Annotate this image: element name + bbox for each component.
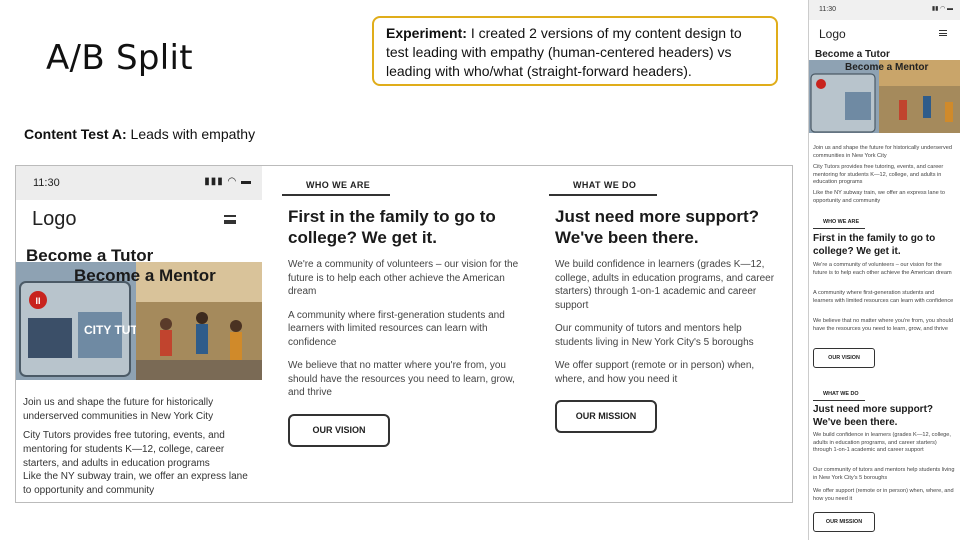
test-label-text: Leads with empathy (130, 126, 256, 142)
rp-what-heading: Just need more support? We've been there… (813, 404, 934, 428)
rp-description-text: City Tutors provides free tutoring, even… (813, 164, 944, 186)
who-eyebrow: WHO WE ARE (282, 166, 390, 196)
hero-heading-tutor: Become a Tutor (26, 246, 154, 265)
mobile-full-preview: 11:30 ▮▮ ◠ ▬ Logo Become a Tutor Become … (808, 0, 960, 540)
rp-our-mission-button[interactable]: OUR MISSION (813, 512, 875, 532)
what-paragraph-3: We offer support (remote or in person) w… (555, 360, 755, 385)
what-paragraph-1: We build confidence in learners (grades … (555, 259, 775, 311)
rp-hero-heading-tutor: Become a Tutor (815, 49, 890, 60)
mobile-preview: 11:30 ▮▮▮ ◠ ▬ Logo II CITY TUTORS Become… (16, 166, 262, 502)
rp-who-paragraph-3: We believe that no matter where you're f… (813, 318, 953, 332)
experiment-lead: Experiment: (386, 25, 467, 41)
what-eyebrow: WHAT WE DO (549, 166, 657, 196)
test-label-lead: Content Test A: (24, 126, 127, 142)
rp-status-bar: 11:30 ▮▮ ◠ ▬ (809, 0, 960, 20)
rp-who-paragraph-1: We're a community of volunteers – our vi… (813, 262, 952, 276)
rp-what-eyebrow: WHAT WE DO (813, 391, 865, 401)
rp-what-paragraph-2: Our community of tutors and mentors help… (813, 467, 955, 481)
who-heading: First in the family to go to college? We… (288, 207, 496, 247)
subway-text: Like the NY subway train, we offer an ex… (23, 471, 248, 496)
what-we-do-section: WHAT WE DO Just need more support? We've… (549, 166, 777, 433)
description-text: City Tutors provides free tutoring, even… (23, 430, 225, 469)
rp-intro-text: Join us and shape the future for histori… (813, 145, 952, 159)
status-bar: 11:30 ▮▮▮ ◠ ▬ (16, 166, 262, 200)
rp-what-paragraph-1: We build confidence in learners (grades … (813, 432, 951, 454)
who-paragraph-2: A community where first-generation stude… (288, 309, 505, 348)
svg-text:II: II (35, 296, 40, 306)
rp-hamburger-menu-icon[interactable] (939, 30, 947, 36)
who-paragraph-3: We believe that no matter where you're f… (288, 360, 515, 398)
what-paragraph-2: Our community of tutors and mentors help… (555, 323, 754, 348)
our-vision-button[interactable]: OUR VISION (288, 413, 390, 447)
test-label: Content Test A: Leads with empathy (24, 126, 255, 142)
desktop-mockup-frame: 11:30 ▮▮▮ ◠ ▬ Logo II CITY TUTORS Become… (15, 165, 793, 503)
who-we-are-section: WHO WE ARE First in the family to go to … (282, 166, 523, 447)
what-heading: Just need more support? We've been there… (555, 207, 760, 247)
rp-hero-heading-mentor: Become a Mentor (845, 62, 929, 73)
rp-our-vision-button[interactable]: OUR VISION (813, 348, 875, 368)
rp-what-paragraph-3: We offer support (remote or in person) w… (813, 488, 954, 502)
slide-title: A/B Split (46, 38, 193, 78)
rp-signal-battery-icon: ▮▮ ◠ ▬ (931, 6, 953, 12)
rp-who-heading: First in the family to go to college? We… (813, 233, 936, 257)
hero-heading-mentor: Become a Mentor (74, 266, 216, 285)
our-mission-button[interactable]: OUR MISSION (555, 400, 657, 433)
site-logo[interactable]: Logo (32, 208, 77, 231)
rp-who-eyebrow: WHO WE ARE (813, 219, 865, 229)
rp-site-logo[interactable]: Logo (819, 27, 846, 41)
rp-subway-text: Like the NY subway train, we offer an ex… (813, 190, 945, 204)
status-time: 11:30 (33, 177, 60, 189)
signal-wifi-battery-icon: ▮▮▮ ◠ ▬ (204, 176, 252, 187)
hamburger-menu-icon[interactable] (224, 215, 236, 224)
intro-text: Join us and shape the future for histori… (23, 397, 214, 422)
rp-status-time: 11:30 (819, 6, 836, 13)
who-paragraph-1: We're a community of volunteers – our vi… (288, 259, 519, 297)
experiment-callout: Experiment: I created 2 versions of my c… (372, 16, 778, 86)
rp-who-paragraph-2: A community where first-generation stude… (813, 290, 954, 304)
